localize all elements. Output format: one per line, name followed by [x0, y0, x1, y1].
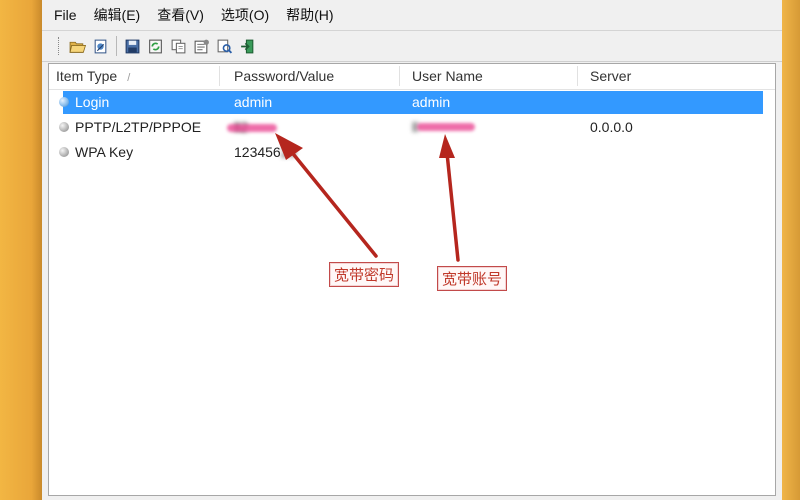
label-broadband-password: 宽带密码 — [329, 262, 400, 287]
table-row[interactable]: Login admin admin — [49, 90, 775, 115]
cell-item-type: Login — [75, 94, 110, 110]
table-row[interactable]: PPTP/L2TP/PPPOE ll2 ll 0.0.0.0 — [49, 115, 775, 140]
menu-bar: File 编辑(E) 查看(V) 选项(O) 帮助(H) — [42, 0, 782, 30]
find-icon[interactable] — [213, 35, 235, 57]
save-icon[interactable] — [121, 35, 143, 57]
desktop-frame-right — [782, 0, 800, 500]
menu-edit[interactable]: 编辑(E) — [94, 5, 141, 25]
list-header: Item Type / Password/Value User Name Serv… — [49, 64, 775, 90]
redaction-mark — [227, 124, 277, 132]
label-broadband-account: 宽带账号 — [437, 266, 508, 291]
copy-icon[interactable] — [167, 35, 189, 57]
cell-item-type: PPTP/L2TP/PPPOE — [75, 119, 202, 135]
column-divider[interactable] — [399, 66, 400, 86]
open-file-icon[interactable] — [89, 35, 111, 57]
menu-options[interactable]: 选项(O) — [221, 5, 269, 25]
toolbar-grip[interactable] — [58, 37, 62, 55]
table-row[interactable]: WPA Key 12345629 — [49, 140, 775, 165]
cell-password: admin — [234, 94, 273, 110]
cell-server: 0.0.0.0 — [590, 119, 633, 135]
sort-indicator-icon: / — [127, 72, 131, 84]
column-header-server[interactable]: Server — [590, 68, 631, 84]
item-bullet-icon — [59, 97, 69, 107]
properties-icon[interactable] — [190, 35, 212, 57]
cell-item-type: WPA Key — [75, 144, 134, 160]
refresh-icon[interactable] — [144, 35, 166, 57]
cell-wpa-value: 12345629 — [234, 144, 297, 160]
cell-user-name: admin — [412, 94, 451, 110]
app-window: File 编辑(E) 查看(V) 选项(O) 帮助(H) Item Type /… — [42, 0, 782, 500]
column-header-user-name[interactable]: User Name — [412, 68, 483, 84]
toolbar-separator — [116, 36, 117, 56]
item-bullet-icon — [59, 122, 69, 132]
column-header-password[interactable]: Password/Value — [234, 68, 334, 84]
open-folder-icon[interactable] — [66, 35, 88, 57]
desktop-frame-left — [0, 0, 42, 500]
menu-view[interactable]: 查看(V) — [157, 5, 204, 25]
credentials-list[interactable]: Item Type / Password/Value User Name Serv… — [48, 63, 776, 496]
item-bullet-icon — [59, 147, 69, 157]
menu-file[interactable]: File — [54, 7, 77, 23]
redaction-mark — [417, 123, 475, 131]
column-divider[interactable] — [219, 66, 220, 86]
column-header-item-type[interactable]: Item Type / — [56, 68, 130, 84]
toolbar — [42, 30, 782, 62]
exit-icon[interactable] — [236, 35, 258, 57]
menu-help[interactable]: 帮助(H) — [286, 5, 333, 25]
column-divider[interactable] — [577, 66, 578, 86]
